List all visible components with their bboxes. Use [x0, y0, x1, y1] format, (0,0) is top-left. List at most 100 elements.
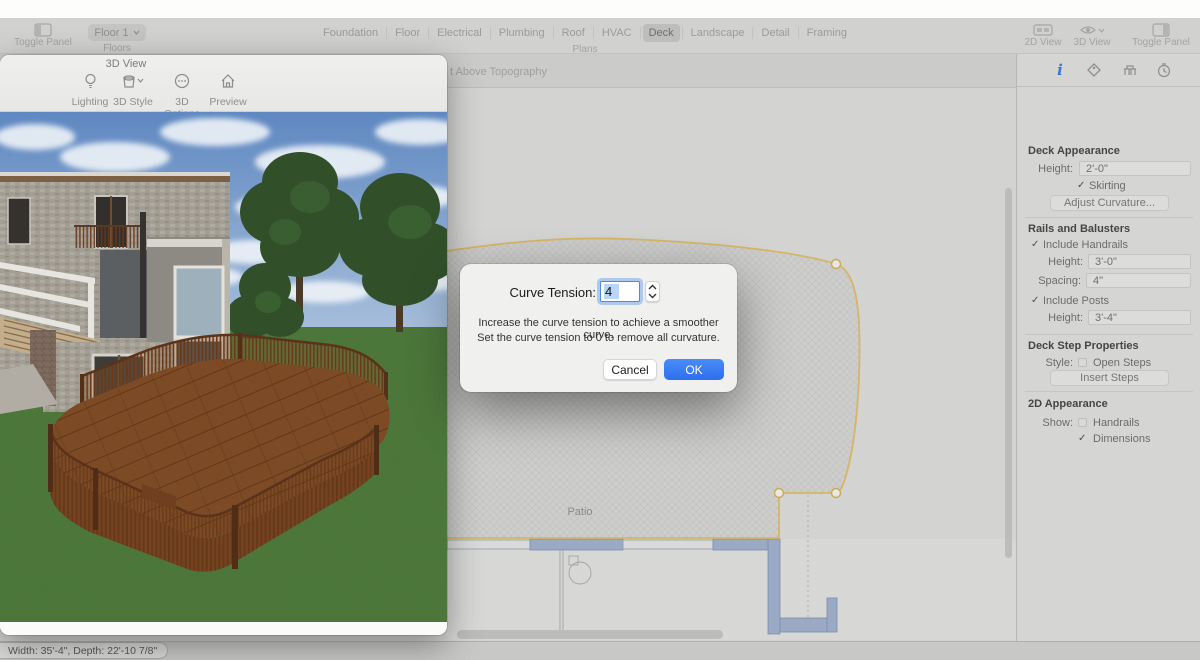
3d-window-header[interactable]: 3D View Lighting 3D Style [0, 55, 447, 112]
rails-title: Rails and Balusters [1028, 223, 1130, 235]
house-icon [220, 73, 236, 89]
show-handrails-checkbox[interactable] [1078, 418, 1087, 427]
toggle-panel-left-button[interactable]: Toggle Panel [14, 23, 72, 48]
floors-caption: Floors [88, 43, 146, 54]
chevron-down-icon [133, 30, 140, 35]
curve-tension-stepper[interactable] [645, 281, 660, 302]
wall-segment[interactable] [713, 539, 770, 550]
3d-viewport[interactable] [0, 112, 447, 622]
spacing-label: Spacing: [1017, 275, 1081, 287]
patio-label: Patio [567, 506, 592, 518]
steps-title: Deck Step Properties [1028, 340, 1139, 352]
paint-can-icon [121, 73, 145, 89]
preview-label: Preview [206, 96, 250, 108]
plan-interior [447, 539, 1016, 640]
stepper-up-icon[interactable] [648, 284, 657, 291]
show-dimensions-checkmark[interactable]: ✓ [1078, 433, 1086, 444]
wall-segment[interactable] [530, 539, 623, 550]
status-text: Width: 35'-4", Depth: 22'-10 7/8" [8, 645, 157, 657]
wall-window-left[interactable] [447, 540, 530, 549]
wall-stub[interactable] [827, 598, 837, 632]
cancel-button[interactable]: Cancel [603, 359, 657, 380]
tab-deck[interactable]: Deck [643, 24, 680, 42]
app-window: Toggle Panel Floor 1 Floors Foundation F… [0, 0, 1200, 660]
2d-view-label: 2D View [1020, 37, 1066, 48]
stepper-down-icon[interactable] [648, 292, 657, 299]
3d-style-button[interactable]: 3D Style [110, 73, 156, 108]
vertical-scrollbar[interactable] [1005, 188, 1012, 558]
tab-materials[interactable] [1083, 59, 1105, 81]
dialog-description-line2: Set the curve tension to 0 to remove all… [476, 332, 721, 344]
open-steps-label[interactable]: Open Steps [1093, 357, 1151, 369]
3d-window-footer [0, 622, 447, 635]
show-label: Show: [1017, 417, 1073, 429]
tab-objects[interactable] [1119, 59, 1141, 81]
tab-foundation[interactable]: Foundation [317, 24, 384, 42]
tab-landscape[interactable]: Landscape [685, 24, 751, 42]
handrail-height-label: Height: [1017, 256, 1083, 268]
open-steps-checkbox[interactable] [1078, 358, 1087, 367]
adjust-curvature-button[interactable]: Adjust Curvature... [1050, 195, 1169, 211]
insert-steps-button[interactable]: Insert Steps [1050, 370, 1169, 386]
post-height-label: Height: [1017, 312, 1083, 324]
toggle-panel-right-label: Toggle Panel [1128, 37, 1194, 48]
tab-roof[interactable]: Roof [556, 24, 591, 42]
skirting-checkmark[interactable]: ✓ [1077, 180, 1085, 191]
ok-button[interactable]: OK [664, 359, 724, 380]
2d-appearance-title: 2D Appearance [1028, 398, 1108, 410]
floor-dropdown[interactable]: Floor 1 [88, 24, 146, 41]
toggle-panel-right-button[interactable]: Toggle Panel [1128, 23, 1194, 48]
tab-info[interactable]: i [1049, 59, 1071, 81]
plan-tabs: Foundation Floor Electrical Plumbing Roo… [317, 23, 853, 43]
3d-window-title: 3D View [100, 58, 152, 70]
toggle-panel-right-icon [1152, 23, 1170, 37]
lighting-button[interactable]: Lighting [66, 73, 114, 108]
curve-tension-label: Curve Tension: [460, 285, 596, 300]
skirting-label[interactable]: Skirting [1089, 180, 1126, 192]
deck-control-point[interactable] [775, 489, 784, 498]
curve-tension-input[interactable]: 4 [600, 281, 640, 302]
deck-control-point[interactable] [832, 260, 841, 269]
view-3d-button[interactable]: 3D View [1068, 23, 1116, 48]
floor-dropdown-value: Floor 1 [94, 27, 128, 39]
status-dimensions: Width: 35'-4", Depth: 22'-10 7/8" [0, 642, 168, 659]
deck-height-label: Height: [1017, 163, 1073, 175]
furniture-icon [1122, 62, 1138, 78]
show-dimensions-label[interactable]: Dimensions [1093, 433, 1150, 445]
view-2d-button[interactable]: 2D View [1020, 23, 1066, 48]
handrail-height-field[interactable]: 3'-0" [1088, 254, 1191, 269]
tab-floor[interactable]: Floor [389, 24, 426, 42]
tab-hvac[interactable]: HVAC [596, 24, 638, 42]
inspector-tab-bar: i [1017, 54, 1200, 87]
tab-plumbing[interactable]: Plumbing [493, 24, 551, 42]
curve-tension-dialog: Curve Tension: 4 Increase the curve tens… [460, 264, 737, 392]
include-posts-label[interactable]: Include Posts [1043, 295, 1109, 307]
tab-schedule[interactable] [1153, 59, 1175, 81]
preview-button[interactable]: Preview [206, 73, 250, 108]
wall-vertical[interactable] [768, 539, 780, 634]
deck-control-point[interactable] [832, 489, 841, 498]
include-posts-checkmark[interactable]: ✓ [1031, 295, 1039, 306]
above-topography-label: t Above Topography [450, 66, 547, 78]
wall-bottom[interactable] [780, 618, 827, 632]
section-divider [1025, 391, 1193, 392]
show-handrails-label[interactable]: Handrails [1093, 417, 1139, 429]
status-bar [0, 641, 1200, 660]
spacing-field[interactable]: 4" [1086, 273, 1191, 288]
options-icon [174, 73, 190, 89]
horizontal-scrollbar[interactable] [457, 630, 723, 639]
wall-window-mid[interactable] [623, 540, 713, 549]
tab-framing[interactable]: Framing [801, 24, 853, 42]
clock-icon [1156, 62, 1172, 78]
info-icon: i [1057, 61, 1063, 79]
post-height-field[interactable]: 3'-4" [1088, 310, 1191, 325]
lighting-label: Lighting [66, 96, 114, 108]
toggle-panel-left-label: Toggle Panel [14, 37, 72, 48]
3d-view-window[interactable]: 3D View Lighting 3D Style [0, 55, 447, 635]
deck-height-field[interactable]: 2'-0" [1079, 161, 1191, 176]
include-handrails-checkmark[interactable]: ✓ [1031, 239, 1039, 250]
tag-icon [1086, 62, 1102, 78]
tab-detail[interactable]: Detail [756, 24, 796, 42]
tab-electrical[interactable]: Electrical [431, 24, 488, 42]
include-handrails-label[interactable]: Include Handrails [1043, 239, 1128, 251]
